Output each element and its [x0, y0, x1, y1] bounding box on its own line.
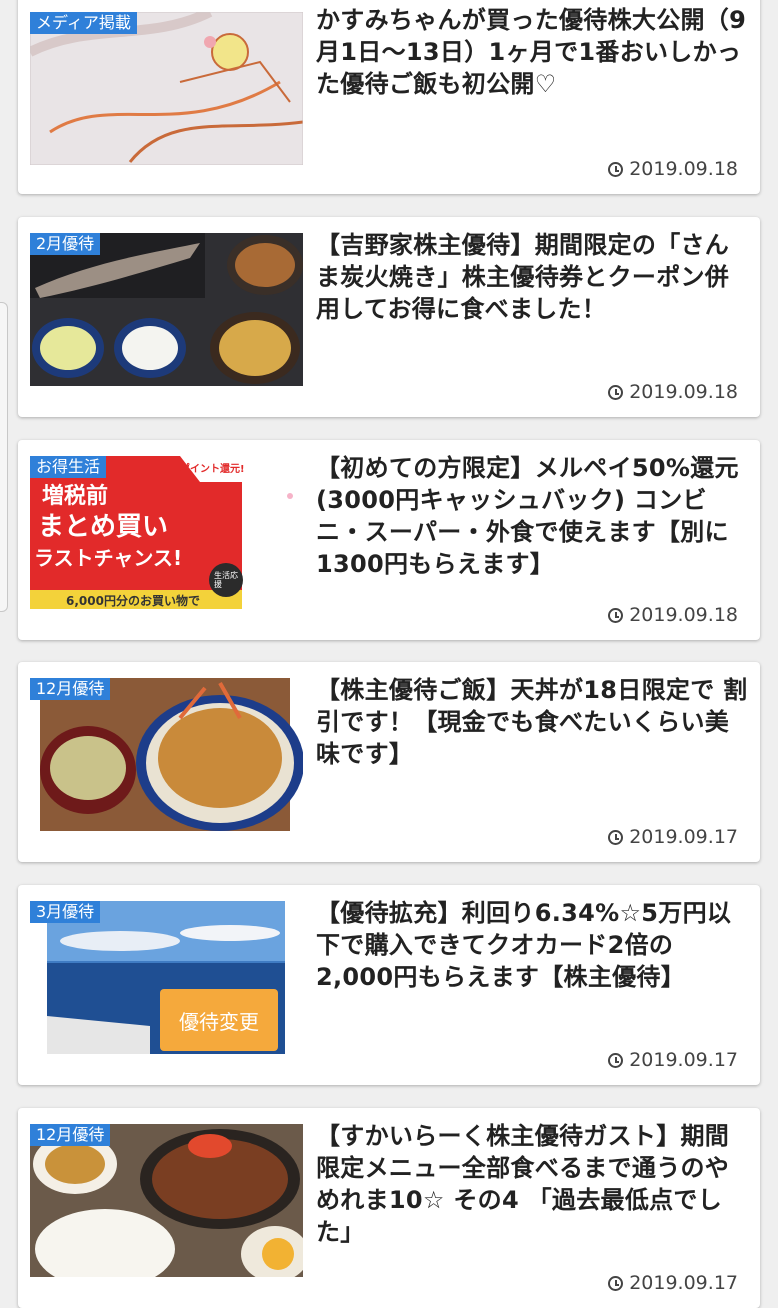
date-text: 2019.09.18 — [629, 604, 738, 626]
article-title[interactable]: 【株主優待ご飯】天丼が18日限定で 割引です！【現金でも食べたいくらい美味です】 — [316, 674, 752, 770]
article-card[interactable]: メディア掲載 かすみちゃんが買った優待株大公開（9月1日〜13日）1ヶ月で1番お… — [18, 0, 760, 194]
date-text: 2019.09.17 — [629, 1049, 738, 1071]
article-title[interactable]: 【優待拡充】利回り6.34%☆5万円以下で購入できてクオカード2倍の 2,000… — [316, 897, 752, 993]
article-thumbnail[interactable]: 12月優待 — [30, 678, 303, 831]
date-text: 2019.09.18 — [629, 158, 738, 180]
article-title[interactable]: 【吉野家株主優待】期間限定の「さんま炭火焼き」株主優待券とクーポン併用してお得に… — [316, 229, 752, 325]
scroll-edge-handle[interactable] — [0, 302, 8, 612]
article-card[interactable]: 優待変更 3月優待 【優待拡充】利回り6.34%☆5万円以下で購入できてクオカー… — [18, 885, 760, 1085]
category-badge[interactable]: お得生活 — [30, 456, 107, 478]
clock-icon — [608, 161, 624, 177]
clock-icon — [608, 829, 624, 845]
gusto-meal-thumbnail-icon — [30, 1124, 303, 1277]
tendon-thumbnail-icon — [30, 678, 303, 831]
article-date: 2019.09.18 — [608, 158, 738, 180]
illustration-thumbnail-icon — [30, 12, 303, 165]
banner-line-3: ラストチャンス! — [34, 546, 183, 570]
article-title[interactable]: かすみちゃんが買った優待株大公開（9月1日〜13日）1ヶ月で1番おいしかった優待… — [316, 4, 752, 100]
category-badge[interactable]: メディア掲載 — [30, 12, 137, 34]
clock-icon — [608, 1275, 624, 1291]
banner-footer: 6,000円分のお買い物で — [66, 594, 200, 608]
article-date: 2019.09.17 — [608, 826, 738, 848]
benefit-change-label: 優待変更 — [160, 989, 278, 1051]
article-thumbnail[interactable]: 12月優待 — [30, 1124, 303, 1277]
banner-seal: 生活応援 — [214, 571, 238, 589]
article-card[interactable]: 増税前 まとめ買い ラストチャンス! ポイント還元! 生活応援 6,000円分の… — [18, 440, 760, 640]
article-thumbnail[interactable]: メディア掲載 — [30, 12, 303, 165]
category-badge[interactable]: 12月優待 — [30, 678, 111, 700]
category-badge[interactable]: 12月優待 — [30, 1124, 111, 1146]
banner-badge: ポイント還元! — [180, 464, 245, 475]
article-card[interactable]: 12月優待 【すかいらーく株主優待ガスト】期間限定メニュー全部食べるまで通うのや… — [18, 1108, 760, 1308]
category-badge[interactable]: 3月優待 — [30, 901, 101, 923]
article-date: 2019.09.18 — [608, 381, 738, 403]
date-text: 2019.09.17 — [629, 826, 738, 848]
clock-icon — [608, 607, 624, 623]
banner-line-2: まとめ買い — [38, 512, 169, 542]
article-thumbnail[interactable]: 優待変更 3月優待 — [30, 901, 303, 1054]
article-title[interactable]: 【初めての方限定】メルペイ50%還元 (3000円キャッシュバック) コンビニ・… — [316, 452, 752, 580]
article-thumbnail[interactable]: 増税前 まとめ買い ラストチャンス! ポイント還元! 生活応援 6,000円分の… — [30, 456, 303, 609]
clock-icon — [608, 384, 624, 400]
sanma-meal-thumbnail-icon — [30, 233, 303, 386]
article-card[interactable]: 2月優待 【吉野家株主優待】期間限定の「さんま炭火焼き」株主優待券とクーポン併用… — [18, 217, 760, 417]
article-card[interactable]: 12月優待 【株主優待ご飯】天丼が18日限定で 割引です！【現金でも食べたいくら… — [18, 662, 760, 862]
article-date: 2019.09.17 — [608, 1272, 738, 1294]
article-thumbnail[interactable]: 2月優待 — [30, 233, 303, 386]
article-title[interactable]: 【すかいらーく株主優待ガスト】期間限定メニュー全部食べるまで通うのやめれま10☆… — [316, 1120, 752, 1248]
category-badge[interactable]: 2月優待 — [30, 233, 101, 255]
article-date: 2019.09.18 — [608, 604, 738, 626]
date-text: 2019.09.18 — [629, 381, 738, 403]
clock-icon — [608, 1052, 624, 1068]
article-date: 2019.09.17 — [608, 1049, 738, 1071]
date-text: 2019.09.17 — [629, 1272, 738, 1294]
